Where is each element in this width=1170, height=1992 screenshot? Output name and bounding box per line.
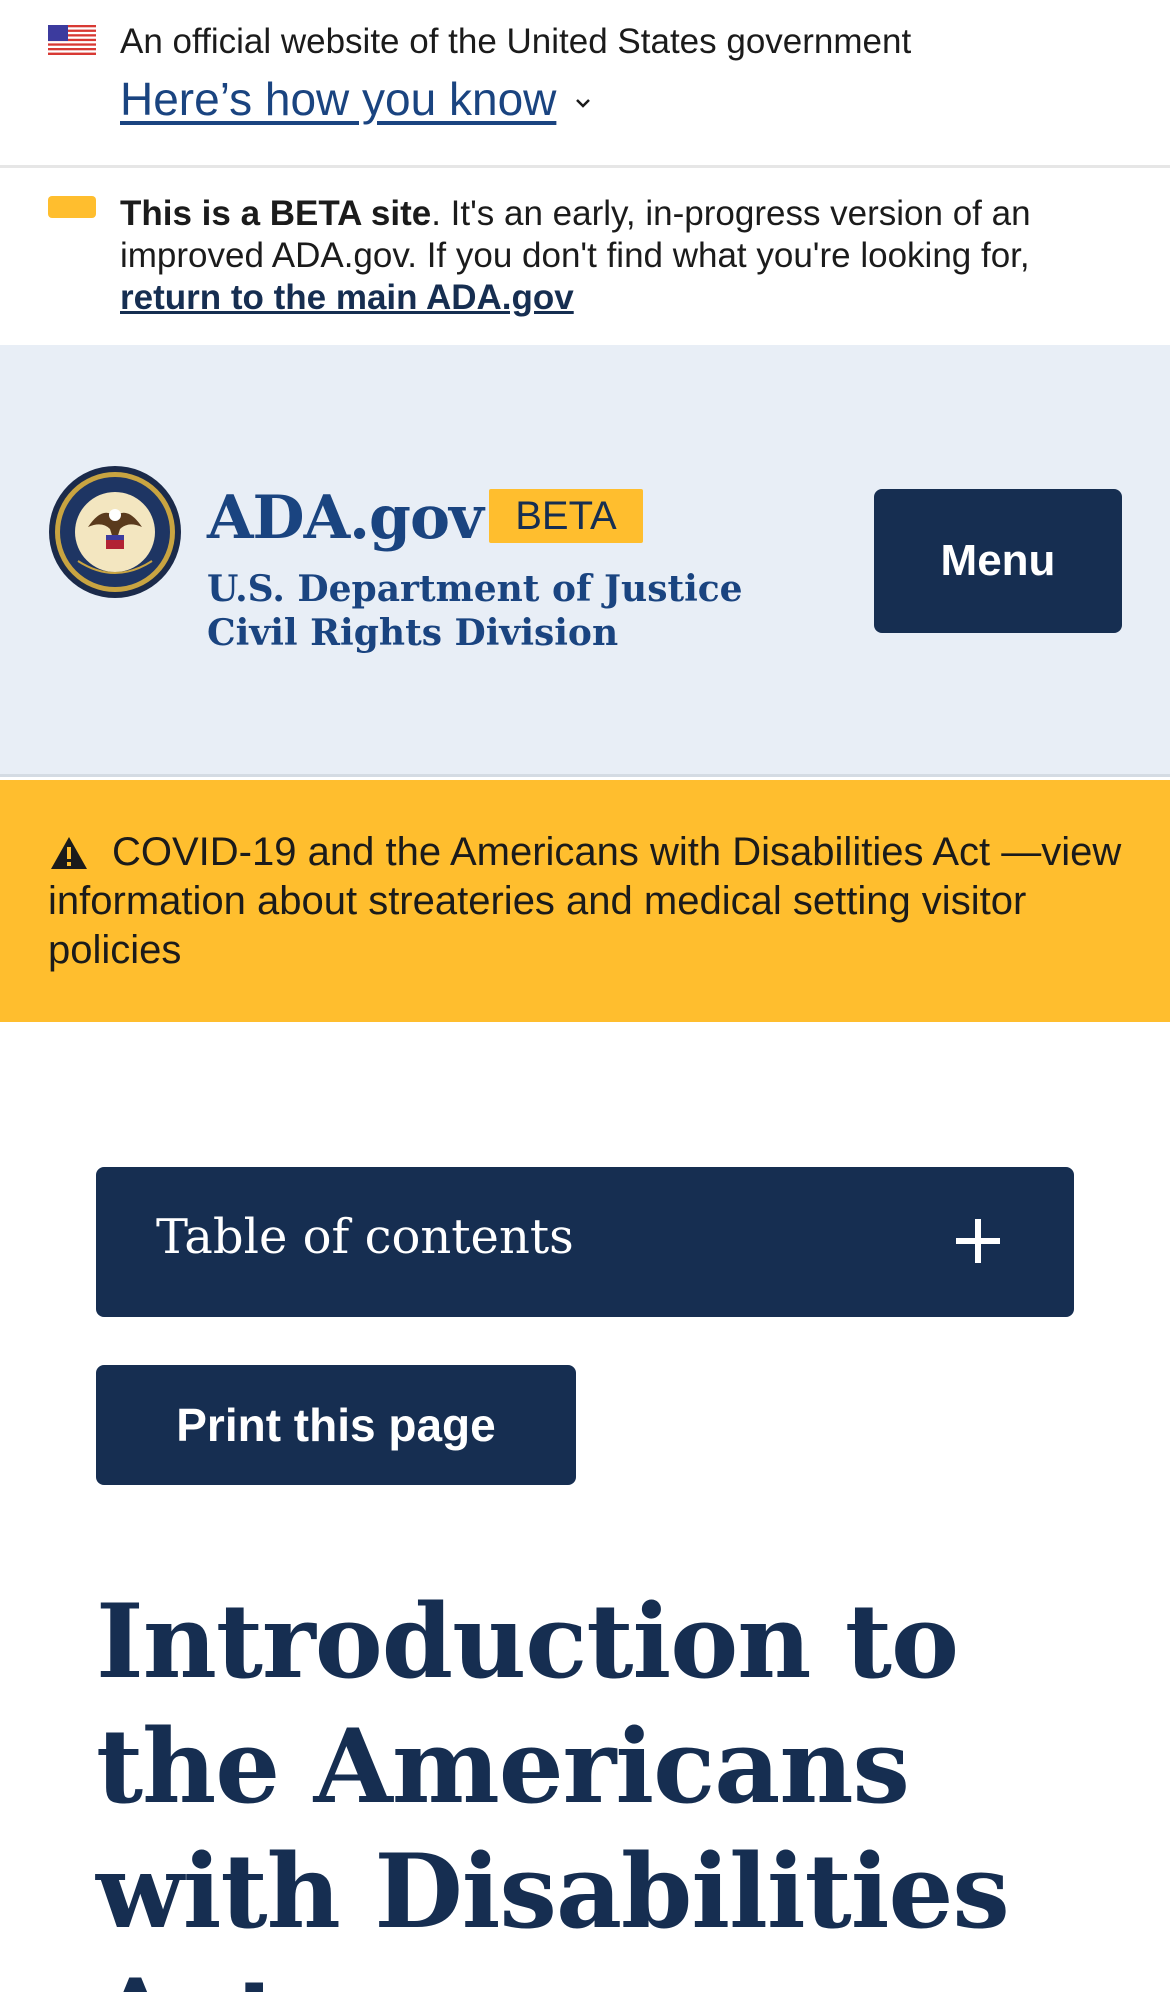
covid-alert: COVID-19 and the Americans with Disabili… bbox=[0, 780, 1170, 1022]
site-name[interactable]: ADA.gov bbox=[207, 483, 484, 553]
beta-message: This is a BETA site. It's an early, in-p… bbox=[120, 193, 1130, 319]
us-flag-icon bbox=[48, 25, 96, 55]
main-ada-link[interactable]: return to the main ADA.gov bbox=[120, 278, 574, 317]
dept-line-1: U.S. Department of Justice bbox=[207, 568, 743, 610]
beta-tag: BETA bbox=[489, 489, 643, 543]
chevron-down-icon bbox=[576, 98, 591, 108]
table-of-contents-toggle[interactable]: Table of contents bbox=[96, 1167, 1074, 1317]
how-you-know-toggle[interactable]: Here’s how you know bbox=[120, 72, 592, 126]
dept-line-2: Civil Rights Division bbox=[207, 612, 619, 654]
official-website-text: An official website of the United States… bbox=[120, 22, 912, 61]
doj-seal-logo[interactable] bbox=[48, 465, 182, 599]
print-page-button[interactable]: Print this page bbox=[96, 1365, 576, 1485]
toc-label: Table of contents bbox=[156, 1209, 574, 1265]
beta-banner: This is a BETA site. It's an early, in-p… bbox=[0, 171, 1170, 345]
department-name: U.S. Department of Justice Civil Rights … bbox=[207, 567, 743, 655]
page-title: Introduction to the Americans with Disab… bbox=[96, 1582, 1010, 1992]
beta-indicator-icon bbox=[48, 196, 96, 218]
plus-icon bbox=[956, 1219, 1000, 1263]
covid-info-link[interactable]: COVID-19 and the Americans with Disabili… bbox=[48, 830, 1121, 972]
how-you-know-label: Here’s how you know bbox=[120, 73, 557, 125]
alert-message: COVID-19 and the Americans with Disabili… bbox=[48, 828, 1128, 975]
menu-button[interactable]: Menu bbox=[874, 489, 1122, 633]
gov-banner: An official website of the United States… bbox=[0, 0, 1170, 168]
beta-bold-text: This is a BETA site bbox=[120, 194, 432, 233]
site-header: ADA.gov BETA U.S. Department of Justice … bbox=[0, 345, 1170, 777]
